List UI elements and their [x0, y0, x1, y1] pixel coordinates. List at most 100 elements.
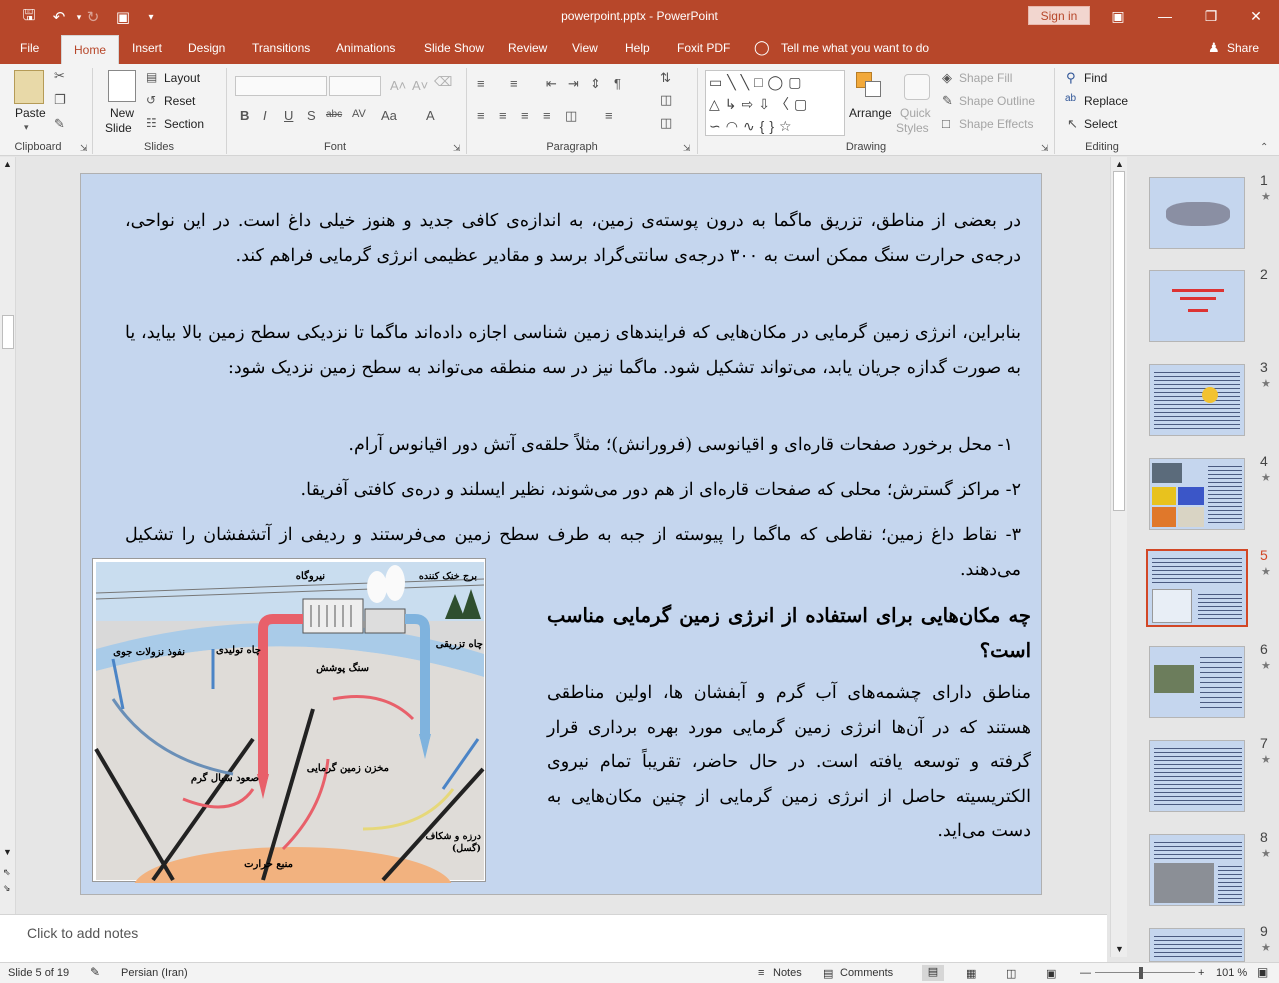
tab-help[interactable]: Help — [625, 41, 650, 55]
zoom-level[interactable]: 101 % — [1216, 967, 1247, 979]
justify-icon[interactable]: ≡ — [543, 108, 551, 123]
italic-icon[interactable]: I — [263, 108, 267, 123]
select-button[interactable]: Select — [1084, 117, 1117, 131]
scroll-down-icon[interactable]: ▼ — [3, 847, 12, 857]
font-launcher-icon[interactable]: ⇲ — [453, 143, 461, 154]
slide-paragraph-3[interactable]: مناطق دارای چشمه‌های آب گرم و آبفشان ها،… — [547, 676, 1031, 849]
rtl-icon[interactable]: ¶ — [614, 76, 621, 91]
notes-pane[interactable]: Click to add notes — [0, 914, 1107, 962]
new-slide-button[interactable]: New — [110, 106, 134, 120]
arrange-button[interactable]: Arrange — [849, 106, 892, 120]
tab-animations[interactable]: Animations — [336, 41, 395, 55]
minimize-icon[interactable]: — — [1153, 5, 1177, 27]
text-shadow-icon[interactable]: S — [307, 108, 316, 123]
tab-review[interactable]: Review — [508, 41, 547, 55]
align-center-icon[interactable]: ≡ — [499, 108, 507, 123]
slideshow-view-icon[interactable]: ▣ — [1046, 967, 1056, 980]
smartart-icon[interactable]: ◫ — [660, 115, 672, 131]
character-spacing-icon[interactable]: AV — [352, 108, 366, 120]
ribbon-display-options-icon[interactable]: ▣ — [1106, 5, 1130, 27]
sign-in-button[interactable]: Sign in — [1028, 6, 1090, 25]
scroll-up-icon[interactable]: ▲ — [1115, 159, 1124, 169]
reading-view-icon[interactable]: ◫ — [1006, 967, 1016, 980]
strikethrough-icon[interactable]: abc — [326, 109, 342, 120]
slide-thumbnail-7[interactable] — [1149, 740, 1245, 812]
zoom-slider[interactable] — [1095, 972, 1195, 973]
next-slide-icon[interactable]: ⇘ — [3, 883, 11, 894]
tab-transitions[interactable]: Transitions — [252, 41, 310, 55]
slide-thumbnail-1[interactable] — [1149, 177, 1245, 249]
slide-sorter-icon[interactable]: ▦ — [966, 967, 976, 980]
numbering-icon[interactable]: ≡ — [510, 76, 518, 91]
slide-thumbnail-5[interactable] — [1146, 549, 1248, 627]
text-direction-icon[interactable]: ⇅ — [660, 70, 671, 86]
decrease-font-size-icon[interactable]: A˅ — [412, 78, 428, 93]
line-spacing-icon[interactable]: ⇕ — [590, 76, 601, 92]
paste-icon[interactable] — [14, 70, 44, 104]
restore-icon[interactable]: ❐ — [1199, 5, 1223, 27]
tab-home[interactable]: Home — [61, 35, 120, 64]
share-button[interactable]: Share — [1227, 41, 1259, 55]
spell-check-icon[interactable]: ✎ — [90, 965, 100, 979]
shape-fill-button[interactable]: Shape Fill — [959, 71, 1012, 85]
scroll-thumb[interactable] — [1113, 171, 1125, 511]
new-slide-button-line2[interactable]: Slide — [105, 121, 132, 135]
previous-slide-icon[interactable]: ⇖ — [3, 867, 11, 878]
quick-styles-icon[interactable] — [904, 74, 930, 100]
tab-slide-show[interactable]: Slide Show — [424, 41, 484, 55]
quick-styles-button[interactable]: Quick — [900, 106, 931, 120]
tab-view[interactable]: View — [572, 41, 598, 55]
notes-placeholder[interactable]: Click to add notes — [27, 925, 138, 941]
tab-foxit-pdf[interactable]: Foxit PDF — [677, 41, 730, 55]
slide-thumbnail-9[interactable] — [1149, 928, 1245, 962]
paragraph-launcher-icon[interactable]: ⇲ — [683, 143, 691, 154]
slide-thumbnail-6[interactable] — [1149, 646, 1245, 718]
replace-button[interactable]: Replace — [1084, 94, 1128, 108]
collapse-ribbon-icon[interactable]: ⌃ — [1260, 142, 1268, 153]
change-case-icon[interactable]: Aa — [381, 108, 397, 123]
slide-canvas[interactable]: در بعضی از مناطق، تزریق ماگما به درون پو… — [80, 173, 1042, 895]
distribute-icon[interactable]: ≡ — [605, 108, 613, 123]
quick-styles-button-line2[interactable]: Styles — [896, 121, 929, 135]
decrease-indent-icon[interactable]: ⇤ — [546, 76, 557, 92]
align-right-icon[interactable]: ≡ — [521, 108, 529, 123]
font-color-icon[interactable]: A — [426, 108, 435, 123]
language-indicator[interactable]: Persian (Iran) — [121, 967, 188, 979]
slide-heading[interactable]: چه مکان‌هایی برای استفاده از انرژی زمین … — [547, 598, 1031, 668]
layout-button[interactable]: Layout — [164, 71, 200, 85]
cut-icon[interactable]: ✂ — [54, 68, 65, 84]
geothermal-diagram[interactable]: نیروگاه برج خنک کننده چاه تزریقی چاه تول… — [92, 558, 486, 894]
notes-button[interactable]: Notes — [773, 967, 802, 979]
tab-insert[interactable]: Insert — [132, 41, 162, 55]
clear-formatting-icon[interactable]: ⌫ — [434, 74, 452, 90]
clipboard-launcher-icon[interactable]: ⇲ — [80, 143, 88, 154]
copy-icon[interactable]: ❐ — [54, 92, 66, 108]
slide-thumbnail-3[interactable] — [1149, 364, 1245, 436]
fit-to-window-icon[interactable]: ▣ — [1257, 965, 1268, 979]
bullets-icon[interactable]: ≡ — [477, 76, 485, 91]
slide-paragraph-1[interactable]: در بعضی از مناطق، تزریق ماگما به درون پو… — [125, 204, 1021, 274]
reset-button[interactable]: Reset — [164, 94, 195, 108]
tell-me-search[interactable]: Tell me what you want to do — [781, 41, 929, 55]
shape-effects-button[interactable]: Shape Effects — [959, 117, 1034, 131]
right-scrollbar[interactable]: ▲ ▼ — [1110, 157, 1127, 957]
font-size-combo[interactable] — [329, 76, 381, 96]
paste-button[interactable]: Paste — [15, 106, 46, 120]
left-scrollbar[interactable]: ▲ ▼ ⇖ ⇘ — [0, 157, 16, 914]
slide-paragraph-2[interactable]: بنابراین، انرژی زمین گرمایی در مکان‌هایی… — [125, 316, 1021, 386]
scroll-thumb[interactable] — [2, 315, 14, 349]
close-icon[interactable]: ✕ — [1244, 5, 1268, 27]
arrange-icon[interactable] — [856, 72, 882, 98]
scroll-up-icon[interactable]: ▲ — [3, 159, 12, 169]
font-family-combo[interactable] — [235, 76, 327, 96]
increase-indent-icon[interactable]: ⇥ — [568, 76, 579, 92]
slide-thumbnail-8[interactable] — [1149, 834, 1245, 906]
section-button[interactable]: Section — [164, 117, 204, 131]
columns-icon[interactable]: ◫ — [565, 108, 577, 124]
shapes-gallery[interactable]: ▭╲╲□◯▢ △↳⇨⇩〈▢ ∽◠∿{}☆ — [705, 70, 845, 136]
slide-thumbnail-2[interactable] — [1149, 270, 1245, 342]
align-text-icon[interactable]: ◫ — [660, 92, 672, 108]
scroll-down-icon[interactable]: ▼ — [1115, 944, 1124, 954]
find-button[interactable]: Find — [1084, 71, 1107, 85]
slide-list-item-2[interactable]: ۲- مراکز گسترش؛ محلی که صفحات قاره‌ای از… — [125, 473, 1021, 508]
